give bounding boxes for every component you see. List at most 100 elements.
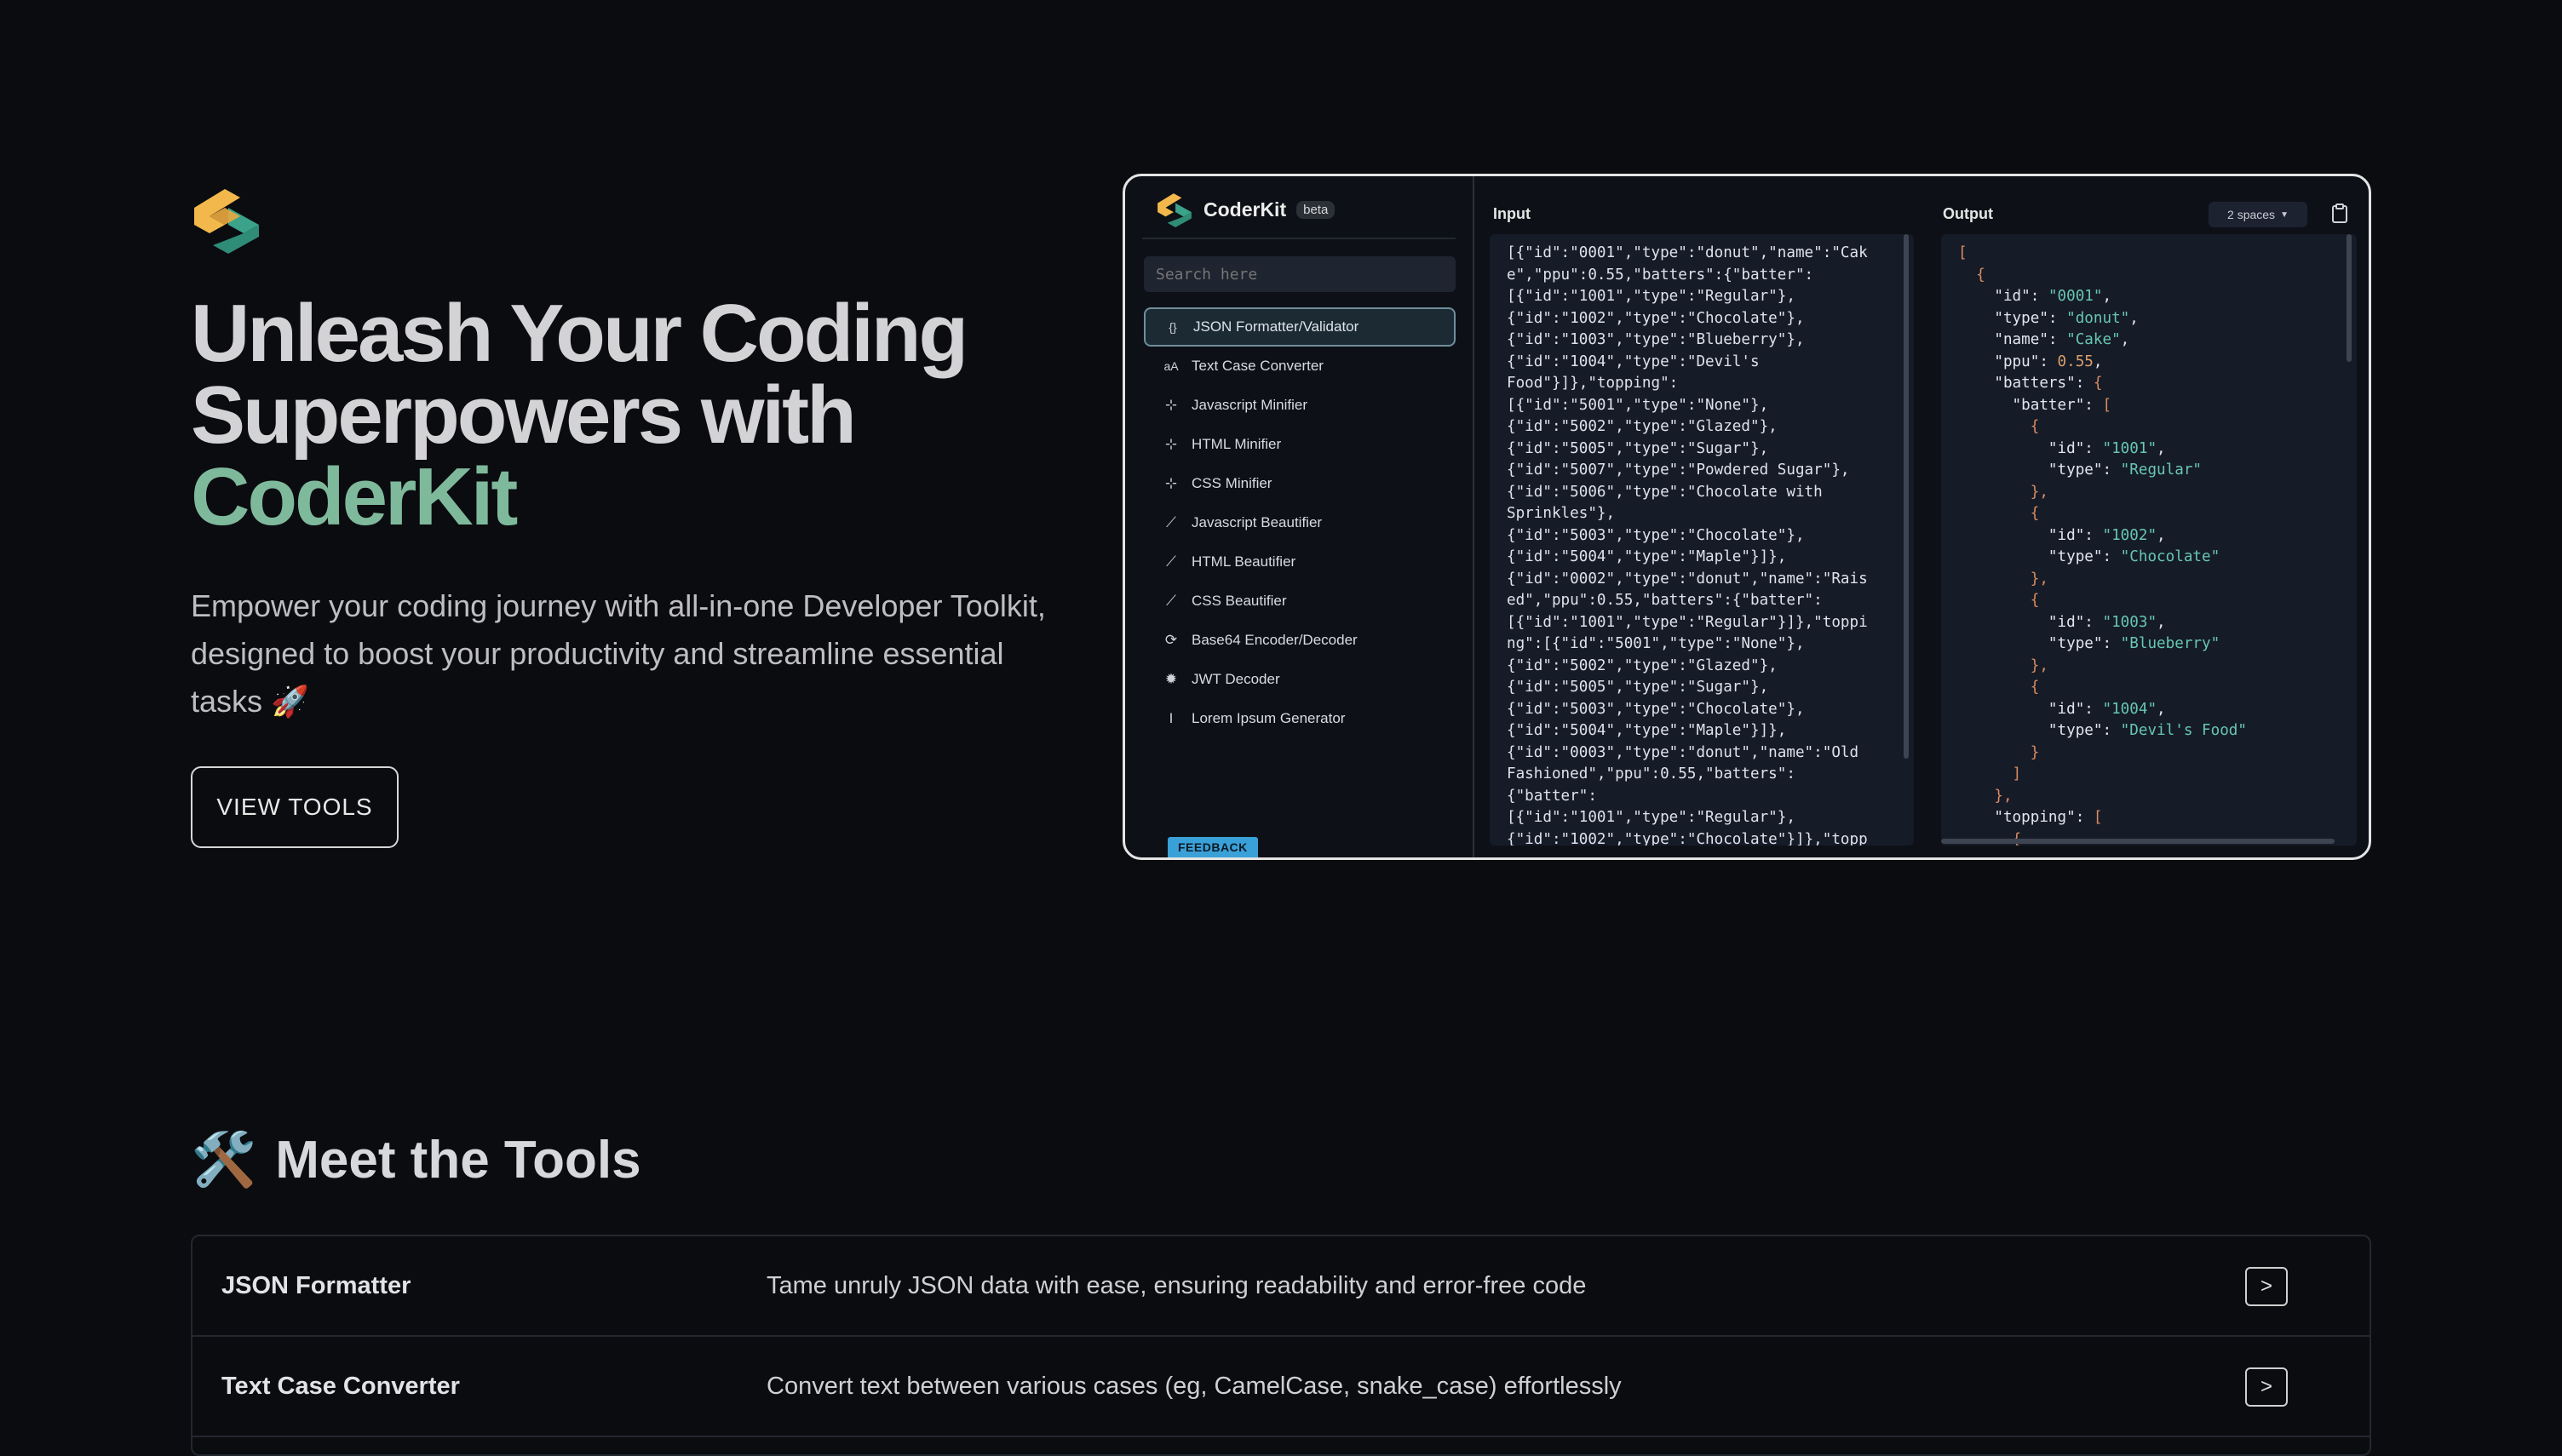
code-token: "batter": — [1958, 396, 2103, 414]
open-tool-button[interactable]: > — [2245, 1367, 2288, 1407]
tool-row-text-case-converter[interactable]: Text Case Converter Convert text between… — [192, 1337, 2370, 1437]
sidebar-item[interactable]: ⟋ Javascript Beautifier — [1144, 503, 1456, 542]
code-token: , — [2157, 526, 2166, 544]
feedback-button[interactable]: FEEDBACK — [1168, 837, 1258, 857]
brand[interactable]: CoderKit beta — [1156, 188, 1336, 231]
code-token: "ppu": — [1958, 353, 2058, 370]
sidebar-item[interactable]: ⟋ HTML Beautifier — [1144, 542, 1456, 582]
magic-wand-icon: ⟋ — [1166, 514, 1176, 530]
code-token: "Devil's Food" — [2120, 722, 2247, 739]
code-token: ] — [1958, 765, 2022, 782]
code-token: "id": — [1958, 613, 2103, 631]
code-token: } — [1958, 743, 2040, 761]
code-token: "Blueberry" — [2120, 635, 2220, 652]
hero-title-line2: Superpowers with — [191, 370, 857, 461]
code-token: }, — [1958, 483, 2048, 501]
tool-row-name: JSON Formatter — [221, 1272, 411, 1299]
output-code: [ { "id": "0001", "type": "donut", "name… — [1941, 234, 2357, 846]
sidebar-item-label: CSS Minifier — [1192, 475, 1272, 491]
output-hscrollbar[interactable] — [1941, 839, 2335, 844]
sidebar: CoderKit beta {} JSON Formatter/Validator… — [1125, 176, 1474, 857]
sidebar-item-label: CSS Beautifier — [1192, 593, 1287, 609]
clipboard-icon[interactable] — [2328, 202, 2352, 226]
sidebar-item-label: HTML Minifier — [1192, 436, 1282, 452]
search-input[interactable] — [1144, 256, 1456, 292]
sidebar-item-label: JSON Formatter/Validator — [1193, 318, 1359, 335]
code-token: "type": — [1958, 635, 2121, 652]
code-token: "id": — [1958, 439, 2103, 457]
code-token: "id": — [1958, 288, 2048, 305]
sidebar-item-label: Base64 Encoder/Decoder — [1192, 632, 1358, 648]
sidebar-item[interactable]: ⟋ CSS Beautifier — [1144, 582, 1456, 621]
tool-row-desc: Tame unruly JSON data with ease, ensurin… — [767, 1272, 1587, 1299]
input-editor[interactable]: [{"id":"0001","type":"donut","name":"Cak… — [1490, 234, 1914, 846]
sidebar-item-label: Javascript Minifier — [1192, 397, 1308, 413]
open-tool-button[interactable]: > — [2245, 1267, 2288, 1306]
code-token: , — [2120, 331, 2130, 348]
input-scrollbar[interactable] — [1904, 234, 1909, 759]
sidebar-item[interactable]: ⟳ Base64 Encoder/Decoder — [1144, 621, 1456, 660]
code-token: "name": — [1958, 331, 2067, 348]
minify-icon: ⊹ — [1164, 397, 1178, 413]
tool-row-json-formatter[interactable]: JSON Formatter Tame unruly JSON data wit… — [192, 1236, 2370, 1337]
code-token: "donut" — [2066, 309, 2130, 327]
code-token: , — [2129, 309, 2139, 327]
app-preview-window: CoderKit beta {} JSON Formatter/Validator… — [1123, 174, 2371, 860]
view-tools-button[interactable]: VIEW TOOLS — [191, 766, 399, 848]
tools-emoji-icon: 🛠️ — [191, 1131, 257, 1189]
code-token: 0.55 — [2057, 353, 2094, 370]
output-vscrollbar[interactable] — [2347, 234, 2352, 362]
sync-icon: ⟳ — [1164, 632, 1178, 648]
indent-select[interactable]: 2 spaces ▼ — [2209, 202, 2307, 227]
code-token: { — [1958, 266, 1985, 284]
gear-icon: ✹ — [1164, 671, 1178, 687]
sidebar-item-label: HTML Beautifier — [1192, 553, 1296, 570]
code-token: "Cake" — [2066, 331, 2121, 348]
code-token: , — [2157, 700, 2166, 718]
output-editor[interactable]: [ { "id": "0001", "type": "donut", "name… — [1941, 234, 2357, 846]
sidebar-item[interactable]: ⊹ Javascript Minifier — [1144, 386, 1456, 425]
input-label: Input — [1493, 205, 1531, 222]
divider — [1142, 238, 1456, 239]
code-token: [ — [2093, 809, 2103, 826]
coderkit-logo-icon — [194, 189, 259, 254]
code-token: "id": — [1958, 526, 2103, 544]
sidebar-item[interactable]: {} JSON Formatter/Validator — [1144, 307, 1456, 347]
minify-icon: ⊹ — [1164, 475, 1178, 491]
minify-icon: ⊹ — [1164, 436, 1178, 452]
sidebar-item[interactable]: aA Text Case Converter — [1144, 347, 1456, 386]
code-token: }, — [1958, 656, 2048, 674]
code-token: , — [2157, 439, 2166, 457]
text-cursor-icon: I — [1169, 710, 1174, 726]
sidebar-item[interactable]: ✹ JWT Decoder — [1144, 660, 1456, 699]
magic-wand-icon: ⟋ — [1166, 593, 1176, 609]
code-token: "Regular" — [2120, 461, 2203, 479]
sidebar-item-label: Javascript Beautifier — [1192, 514, 1323, 530]
beta-badge: beta — [1296, 200, 1336, 219]
code-token: "Chocolate" — [2120, 548, 2220, 565]
code-token: "type": — [1958, 309, 2067, 327]
code-token: , — [2102, 288, 2112, 305]
magic-wand-icon: ⟋ — [1166, 553, 1176, 570]
tool-row-name: Text Case Converter — [221, 1373, 460, 1400]
code-token: "topping": — [1958, 809, 2094, 826]
brand-name: CoderKit — [1203, 198, 1287, 221]
section-title: 🛠️ Meet the Tools — [191, 1129, 641, 1191]
sidebar-item[interactable]: ⊹ HTML Minifier — [1144, 425, 1456, 464]
code-token: [ — [2102, 396, 2112, 414]
hero-subtitle: Empower your coding journey with all-in-… — [191, 588, 1046, 719]
code-token: }, — [1958, 570, 2048, 588]
hero-title-accent: CoderKit — [191, 451, 518, 542]
code-token: "batters": — [1958, 375, 2094, 392]
sidebar-item[interactable]: ⊹ CSS Minifier — [1144, 464, 1456, 503]
code-token: "type": — [1958, 461, 2121, 479]
input-code: [{"id":"0001","type":"donut","name":"Cak… — [1507, 244, 1868, 846]
tool-row-desc: Convert text between various cases (eg, … — [767, 1373, 1622, 1400]
code-token: "1003" — [2102, 613, 2157, 631]
text-case-icon: aA — [1163, 359, 1179, 373]
code-token: { — [1958, 418, 2040, 435]
braces-icon: {} — [1169, 320, 1177, 334]
sidebar-item-label: JWT Decoder — [1192, 671, 1280, 687]
code-token: { — [2093, 375, 2103, 392]
sidebar-item[interactable]: I Lorem Ipsum Generator — [1144, 699, 1456, 738]
